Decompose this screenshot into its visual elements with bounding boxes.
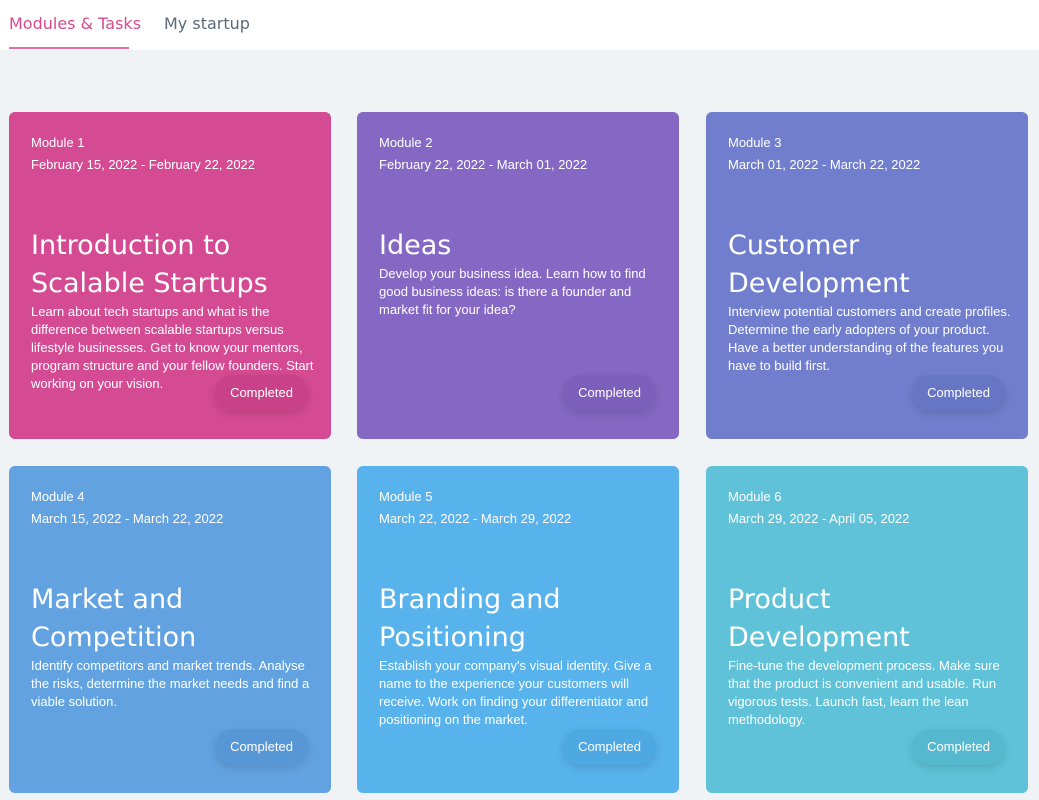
module-number: Module 6 bbox=[728, 489, 782, 504]
status-badge: Completed bbox=[215, 375, 308, 411]
module-description: Develop your business idea. Learn how to… bbox=[379, 266, 646, 317]
module-number: Module 3 bbox=[728, 135, 782, 150]
module-dates: February 22, 2022 - March 01, 2022 bbox=[379, 157, 588, 172]
module-dates: March 29, 2022 - April 05, 2022 bbox=[728, 511, 910, 526]
module-description: Establish your company's visual identity… bbox=[379, 658, 652, 727]
module-card-1[interactable]: Module 1 February 15, 2022 - February 22… bbox=[9, 112, 331, 439]
module-title: Market and Competition bbox=[31, 584, 197, 653]
module-number: Module 4 bbox=[31, 489, 85, 504]
status-badge: Completed bbox=[912, 729, 1005, 765]
module-description: Identify competitors and market trends. … bbox=[31, 658, 310, 709]
top-nav: Modules & Tasks My startup bbox=[0, 0, 1039, 50]
tab-modules-tasks[interactable]: Modules & Tasks bbox=[9, 14, 141, 33]
module-title: Introduction to Scalable Startups bbox=[31, 230, 268, 299]
module-description: Fine-tune the development process. Make … bbox=[728, 658, 1000, 727]
tab-my-startup[interactable]: My startup bbox=[164, 14, 250, 33]
active-tab-indicator bbox=[9, 47, 129, 49]
module-title: Ideas bbox=[379, 230, 452, 261]
module-number: Module 2 bbox=[379, 135, 433, 150]
module-card-4[interactable]: Module 4 March 15, 2022 - March 22, 2022… bbox=[9, 466, 331, 793]
module-title: Customer Development bbox=[728, 230, 910, 299]
status-badge: Completed bbox=[563, 375, 656, 411]
module-dates: March 15, 2022 - March 22, 2022 bbox=[31, 511, 224, 526]
module-card-3[interactable]: Module 3 March 01, 2022 - March 22, 2022… bbox=[706, 112, 1028, 439]
module-dates: March 22, 2022 - March 29, 2022 bbox=[379, 511, 572, 526]
module-card-2[interactable]: Module 2 February 22, 2022 - March 01, 2… bbox=[357, 112, 679, 439]
status-badge: Completed bbox=[563, 729, 656, 765]
status-badge: Completed bbox=[215, 729, 308, 765]
module-card-5[interactable]: Module 5 March 22, 2022 - March 29, 2022… bbox=[357, 466, 679, 793]
module-number: Module 5 bbox=[379, 489, 433, 504]
module-title: Branding and Positioning bbox=[379, 584, 561, 653]
module-dates: February 15, 2022 - February 22, 2022 bbox=[31, 157, 256, 172]
module-title: Product Development bbox=[728, 584, 910, 653]
module-number: Module 1 bbox=[31, 135, 85, 150]
module-dates: March 01, 2022 - March 22, 2022 bbox=[728, 157, 921, 172]
module-card-6[interactable]: Module 6 March 29, 2022 - April 05, 2022… bbox=[706, 466, 1028, 793]
status-badge: Completed bbox=[912, 375, 1005, 411]
module-description: Interview potential customers and create… bbox=[728, 304, 1011, 373]
